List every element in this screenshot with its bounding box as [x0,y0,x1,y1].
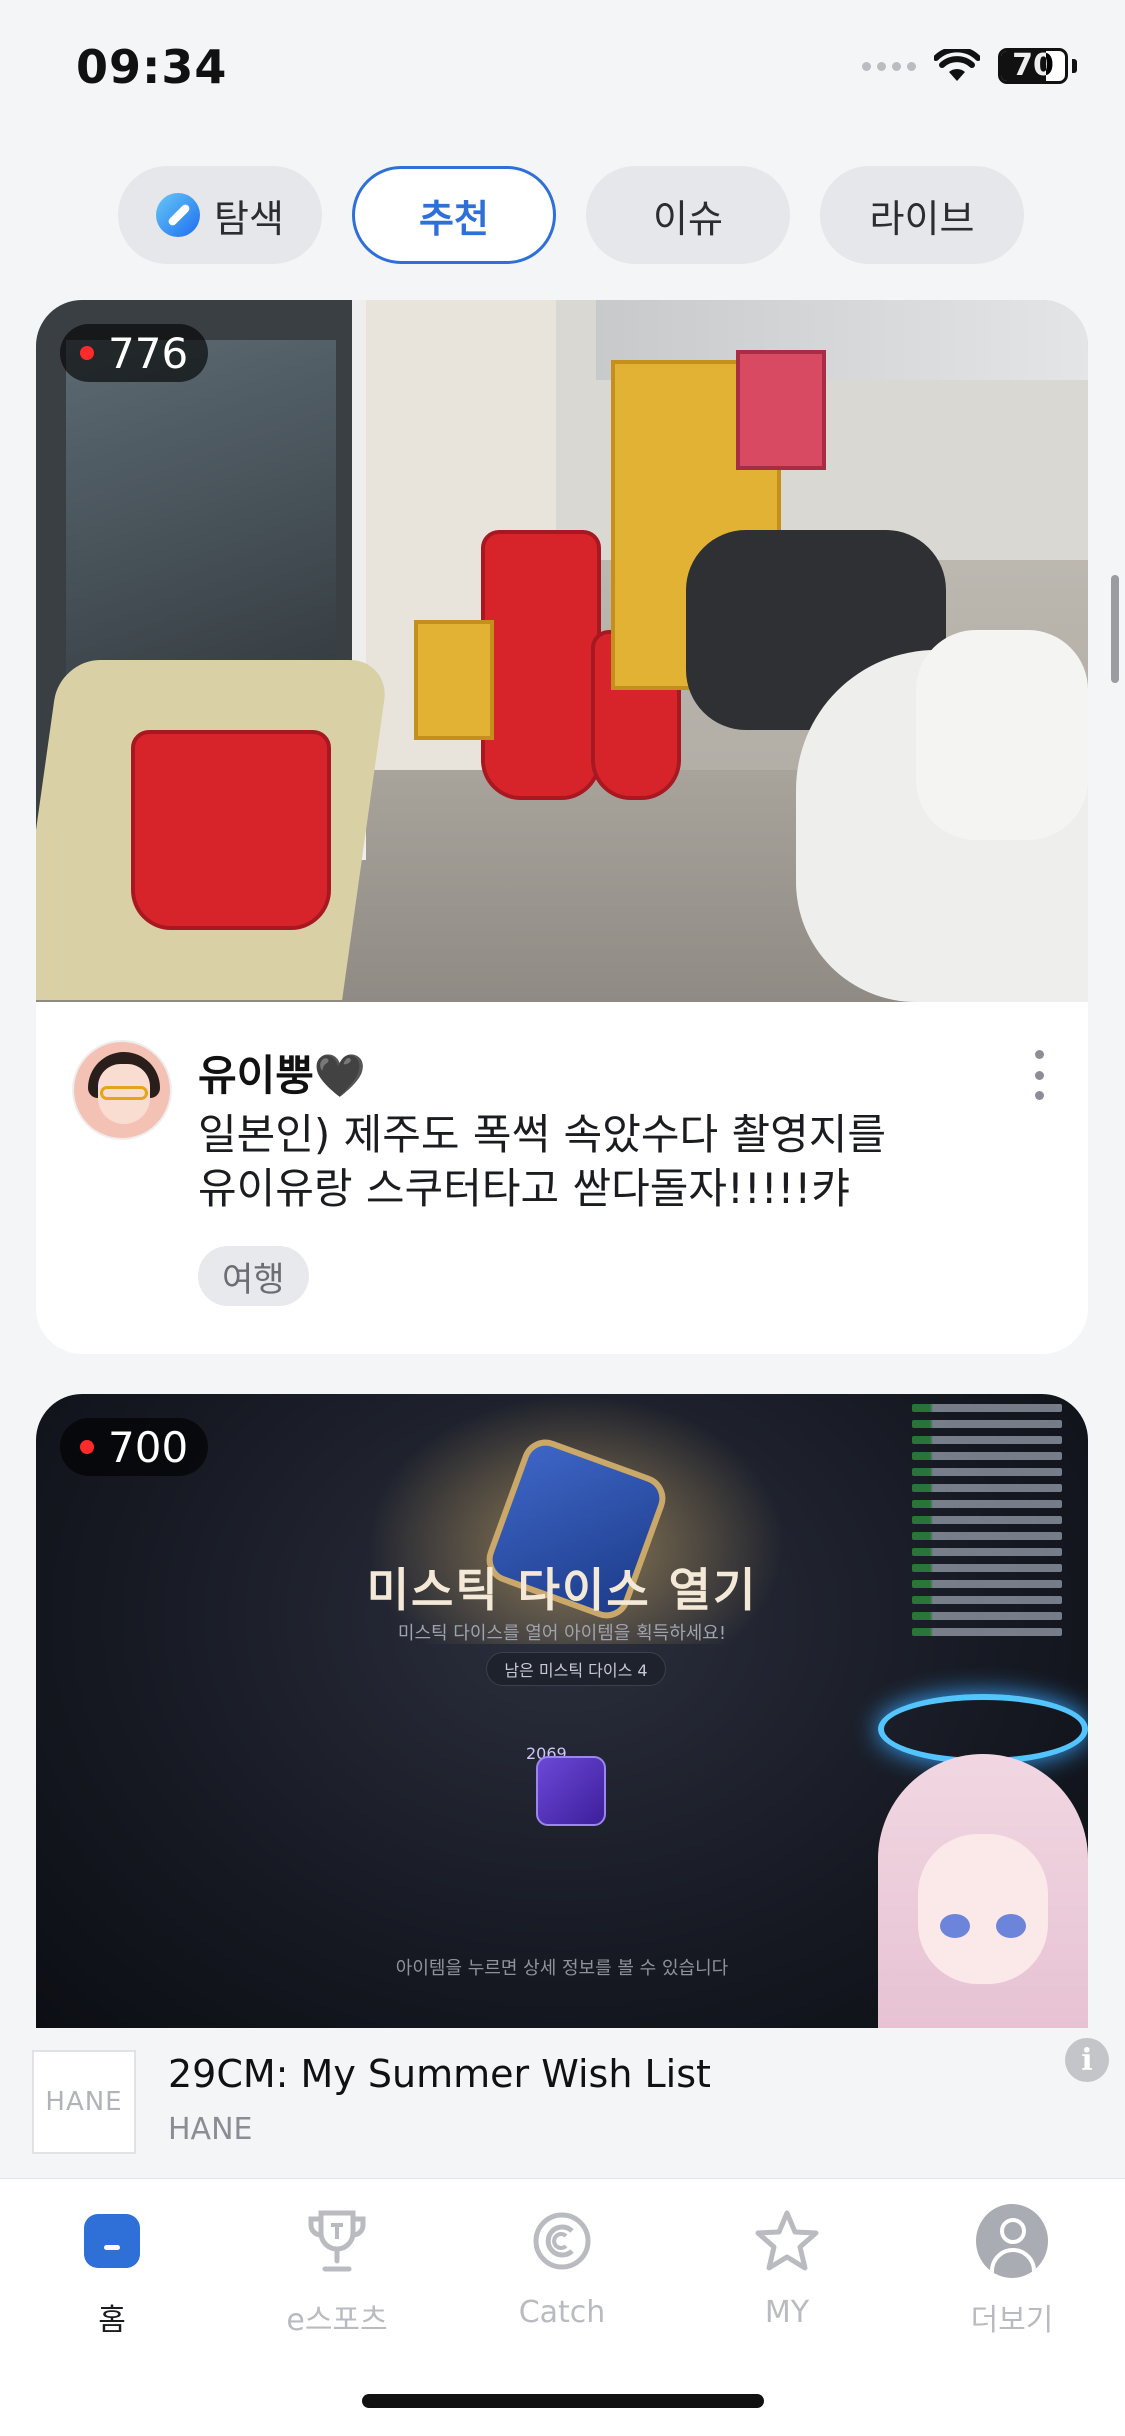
nav-label: 더보기 [970,2303,1054,2338]
game-item-icon [536,1756,606,1826]
ad-title[interactable]: 29CM: My Summer Wish List [168,2052,711,2096]
nav-item-home[interactable]: 홈 [22,2205,202,2339]
stream-info[interactable]: 유이뿡🖤 일본인) 제주도 폭썩 속았수다 촬영지를 유이유랑 스쿠터타고 싿다… [36,1002,1088,1354]
trophy-icon [301,2205,373,2277]
tab-label: 라이브 [869,196,975,241]
nav-item-more[interactable]: 더보기 [922,2204,1102,2339]
chat-overlay [912,1404,1062,1664]
category-tag[interactable]: 여행 [198,1246,309,1306]
more-dot-icon [1034,1050,1044,1059]
stream-card[interactable]: 미스틱 다이스 열기 미스틱 다이스를 열어 아이템을 획득하세요! 남은 미스… [36,1394,1088,2094]
category-tabs: 탐색 추천 이슈 라이브 [118,166,1024,264]
tab-live[interactable]: 라이브 [820,166,1024,264]
viewer-count-badge: 700 [60,1418,209,1476]
stream-thumbnail[interactable]: 776 [36,300,1088,1002]
more-options-button[interactable] [1024,1050,1054,1100]
profile-icon [976,2204,1048,2278]
home-icon [84,2214,140,2268]
live-dot-icon [80,1440,94,1454]
stream-title-line: 유이유랑 스쿠터타고 싿다돌자!!!!!캬 [198,1164,850,1213]
cellular-signal-icon [862,61,916,71]
streamer-avatar[interactable] [72,1040,172,1140]
stream-card[interactable]: 776 유이뿡🖤 일본인) 제주도 폭썩 속았수다 촬영지를 유이유랑 스쿠터타… [36,300,1088,1354]
vtuber-eye-graphic [996,1914,1026,1938]
tab-recommended[interactable]: 추천 [352,166,556,264]
battery-level: 70 [1012,48,1054,83]
vtuber-eye-graphic [940,1914,970,1938]
compass-icon [156,193,201,237]
stream-title-line: 일본인) 제주도 폭썩 속았수다 촬영지를 [198,1110,887,1159]
nav-label: MY [764,2295,810,2330]
vtuber-face-graphic [918,1834,1048,1984]
tab-label: 탐색 [214,196,284,241]
nav-label: 홈 [98,2303,126,2338]
nav-label: e스포츠 [286,2303,388,2338]
battery-icon: 70 [998,48,1068,84]
wifi-icon [934,49,980,83]
ad-banner[interactable]: HANE 29CM: My Summer Wish List HANE i [0,2028,1125,2178]
tab-label: 이슈 [653,196,723,241]
nav-label: Catch [518,2295,606,2330]
info-icon[interactable]: i [1065,2038,1109,2082]
viewer-count: 700 [108,1422,189,1472]
catch-icon [526,2205,598,2277]
home-indicator[interactable] [362,2394,764,2408]
nav-item-catch[interactable]: Catch [472,2205,652,2330]
nav-item-esports[interactable]: e스포츠 [247,2205,427,2339]
tab-explore[interactable]: 탐색 [118,166,322,264]
nav-item-my[interactable]: MY [697,2205,877,2330]
status-bar: 09:34 70 [0,0,1125,140]
status-indicators: 70 [862,48,1077,84]
ad-logo[interactable]: HANE [32,2050,136,2154]
viewer-count-badge: 776 [60,324,209,382]
game-overlay-pill: 남은 미스틱 다이스 4 [486,1652,666,1686]
more-dot-icon [1034,1070,1044,1080]
tab-issues[interactable]: 이슈 [586,166,790,264]
live-dot-icon [80,346,94,360]
viewer-count: 776 [108,328,189,378]
more-dot-icon [1034,1091,1044,1100]
ad-brand: HANE [168,2112,253,2147]
tab-label: 추천 [419,196,489,241]
stream-title[interactable]: 일본인) 제주도 폭썩 속았수다 촬영지를 유이유랑 스쿠터타고 싿다돌자!!!… [198,1108,958,1216]
streamer-name[interactable]: 유이뿡🖤 [198,1042,366,1103]
stream-thumbnail[interactable]: 미스틱 다이스 열기 미스틱 다이스를 열어 아이템을 획득하세요! 남은 미스… [36,1394,1088,2034]
star-icon [751,2205,823,2277]
scroll-indicator[interactable] [1111,575,1119,683]
status-time: 09:34 [76,40,228,94]
